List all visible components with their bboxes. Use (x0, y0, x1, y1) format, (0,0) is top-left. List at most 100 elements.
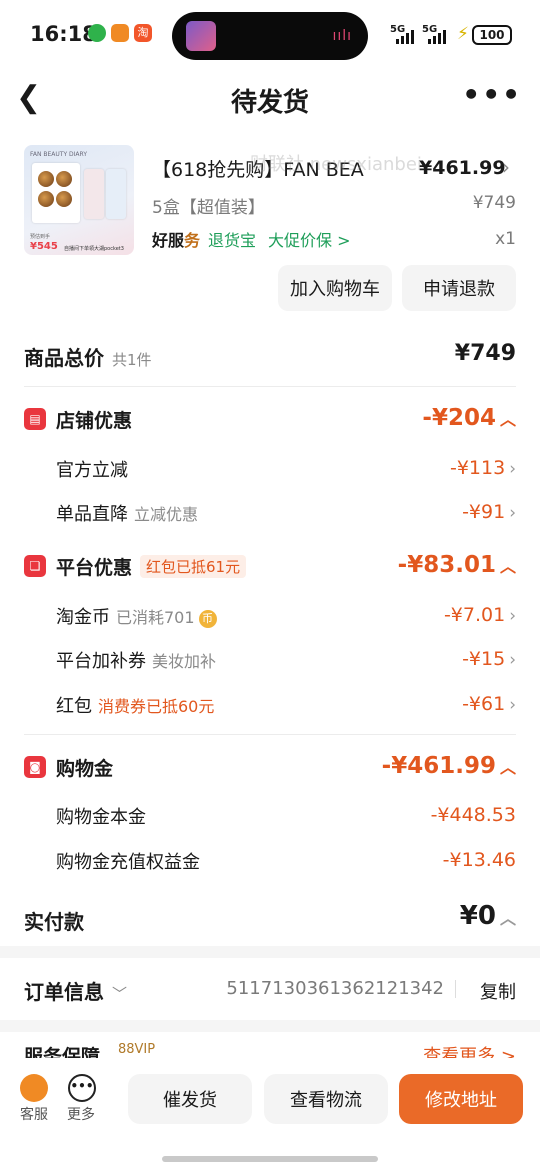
change-address-button[interactable]: 修改地址 (399, 1074, 523, 1124)
chevron-down-icon: ﹀ (112, 985, 128, 1003)
shopping-credit-title: 购物金 (56, 758, 114, 780)
app-notification-icon (88, 24, 106, 42)
platform-item-hint: 已消耗701 (116, 608, 195, 627)
chevron-up-icon: ︿ (499, 410, 516, 429)
urge-shipping-button[interactable]: 催发货 (128, 1074, 252, 1124)
copy-button[interactable]: 复制 (480, 978, 516, 1004)
credit-item-label: 购物金本金 (56, 807, 146, 828)
chevron-right-icon: › (509, 503, 516, 523)
platform-discount-amount[interactable]: -¥83.01 ︿ (398, 552, 516, 578)
shopping-credit-amount[interactable]: -¥461.99 ︿ (382, 753, 516, 779)
signal-icon (396, 30, 414, 44)
request-refund-button[interactable]: 申请退款 (402, 265, 516, 311)
red-packet-chip: 红包已抵61元 (140, 555, 247, 578)
total-label: 商品总价 (24, 346, 104, 370)
good-service-text: 好服 (152, 231, 185, 250)
dynamic-island[interactable]: ıılı (172, 12, 368, 60)
clock: 16:18 (30, 22, 97, 46)
thumb-cookie (38, 171, 54, 187)
customer-service-label[interactable]: 客服 (20, 1104, 48, 1124)
chevron-up-icon: ︿ (499, 557, 516, 576)
good-service-badge: 好服务 (152, 227, 200, 251)
platform-item-amount[interactable]: -¥61 › (462, 693, 516, 715)
taobao-notification-icon: 淘 (134, 24, 152, 42)
status-bar: 16:18 淘 ıılı 5G 5G ⚡ 100 (0, 0, 540, 70)
app-notification-icon (111, 24, 129, 42)
thumb-box (106, 169, 126, 219)
nav-bar: ❮ 待发货 ••• (0, 72, 540, 128)
section-separator (0, 1020, 540, 1032)
store-item-hint: 立减优惠 (134, 505, 199, 524)
chevron-right-icon: › (509, 650, 516, 670)
store-item-name: 单品直降 (56, 504, 128, 525)
platform-discount-title: 平台优惠 红包已抵61元 (56, 553, 247, 580)
platform-discount-value: -¥83.01 (397, 552, 496, 578)
paid-label: 实付款 (24, 910, 84, 934)
platform-item-label: 红包 消费券已抵60元 (56, 692, 214, 718)
order-id: 5117130361362121342 (226, 978, 444, 999)
store-item-value: -¥113 (449, 457, 506, 479)
platform-item-value: -¥15 (462, 648, 506, 670)
coin-icon: 币 (198, 610, 217, 628)
divider (24, 386, 516, 387)
platform-item-name: 淘金币 (56, 607, 110, 628)
store-item-amount[interactable]: -¥91 › (462, 501, 516, 523)
thumb-cookie (56, 171, 72, 187)
store-discount-value: -¥204 (422, 405, 496, 431)
store-discount-amount[interactable]: -¥204 ︿ (422, 405, 516, 431)
chevron-right-icon: › (509, 459, 516, 479)
divider (455, 980, 456, 998)
platform-title-text: 平台优惠 (56, 557, 133, 579)
platform-item-name: 平台加补券 (56, 651, 146, 672)
platform-item-label: 平台加补券 美妆加补 (56, 647, 216, 673)
vip-badge: 88VIP (118, 1042, 156, 1057)
bottom-action-bar: 客服 ••• 更多 催发货 查看物流 修改地址 (0, 1058, 540, 1172)
total-price-value: ¥749 (454, 341, 516, 366)
more-options-icon[interactable]: ••• (68, 1074, 96, 1102)
order-info-toggle[interactable]: 订单信息 ﹀ (24, 976, 127, 1005)
shopping-bag-icon: ◙ (24, 756, 46, 778)
platform-item-value: -¥7.01 (443, 604, 506, 626)
page-title: 待发货 (230, 88, 309, 118)
platform-item-amount[interactable]: -¥15 › (462, 648, 516, 670)
platform-item-name: 红包 (56, 696, 92, 717)
price-protection-link[interactable]: 大促价保 > (268, 227, 351, 251)
more-icon[interactable]: ••• (462, 78, 522, 111)
paid-value: ¥0 (459, 901, 496, 931)
credit-item-value: -¥13.46 (442, 849, 516, 871)
store-item-amount[interactable]: -¥113 › (450, 457, 516, 479)
thumb-brand: FAN BEAUTY DIARY (30, 151, 87, 158)
store-icon: ▤ (24, 408, 46, 430)
product-image[interactable]: FAN BEAUTY DIARY 预估到手 ¥545 自播间下单領大湖pocke… (24, 145, 134, 255)
chevron-right-icon: › (509, 606, 516, 626)
store-item-value: -¥91 (462, 501, 506, 523)
add-to-cart-button[interactable]: 加入购物车 (278, 265, 392, 311)
customer-service-icon[interactable] (20, 1074, 48, 1102)
credit-item-label: 购物金充值权益金 (56, 852, 200, 873)
chevron-up-icon: ︿ (499, 758, 516, 777)
platform-icon: ❏ (24, 555, 46, 577)
store-item-label: 单品直降 立减优惠 (56, 500, 198, 526)
platform-item-hint: 消费券已抵60元 (98, 697, 215, 716)
good-service-accent: 务 (184, 231, 201, 250)
paid-amount[interactable]: ¥0 ︿ (460, 901, 516, 931)
thumb-cookie (38, 191, 54, 207)
chevron-right-icon: › (509, 695, 516, 715)
thumb-box (84, 169, 104, 219)
section-separator (0, 946, 540, 958)
total-price-label: 商品总价 共1件 (24, 342, 152, 371)
store-item-label: 官方立减 (56, 460, 128, 481)
home-indicator[interactable] (162, 1156, 378, 1162)
album-art-icon (186, 21, 216, 51)
view-logistics-button[interactable]: 查看物流 (264, 1074, 388, 1124)
total-count: 共1件 (112, 351, 152, 369)
platform-item-hint: 美妆加补 (152, 652, 217, 671)
platform-item-value: -¥61 (462, 693, 506, 715)
platform-item-amount[interactable]: -¥7.01 › (444, 604, 516, 626)
more-options-label[interactable]: 更多 (67, 1104, 95, 1124)
thumb-cookie (56, 191, 72, 207)
signal-icon (428, 30, 446, 44)
order-info-label: 订单信息 (24, 980, 104, 1004)
chevron-right-icon[interactable]: › (502, 155, 510, 179)
charging-icon: ⚡ (457, 24, 469, 44)
